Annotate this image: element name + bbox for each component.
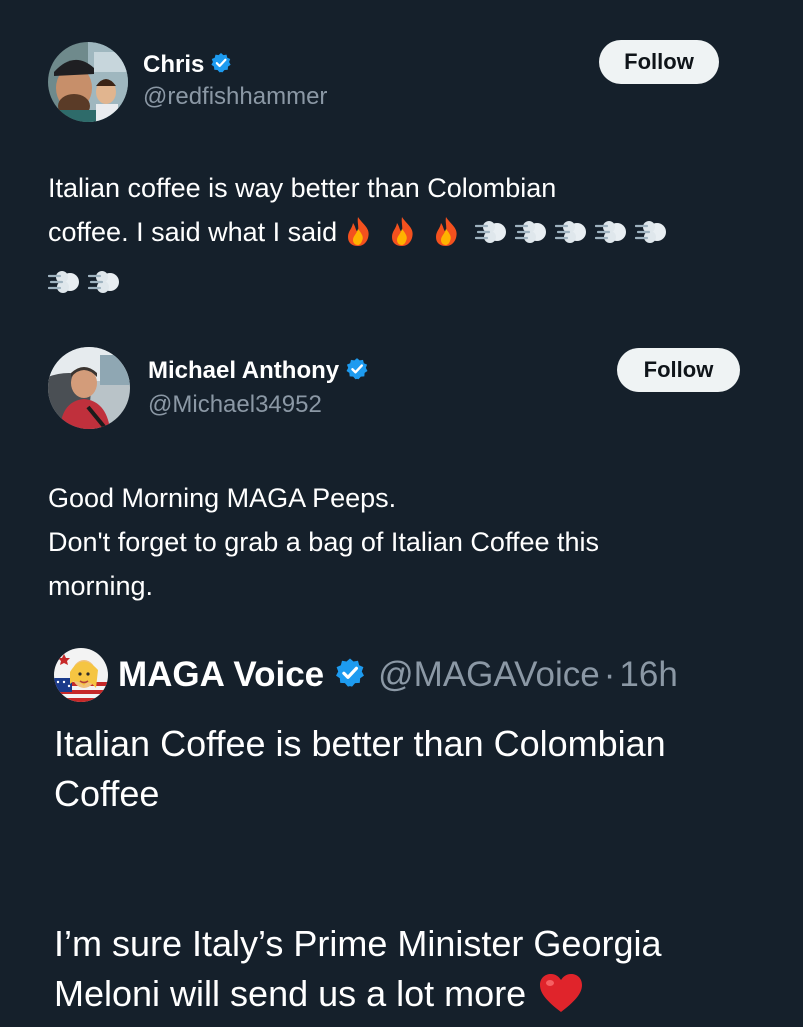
tweet-text: Good Morning MAGA Peeps. Don't forget to… — [48, 476, 768, 608]
verified-badge-icon — [345, 357, 369, 386]
timestamp[interactable]: 16h — [619, 655, 677, 695]
follow-button[interactable]: Follow — [617, 348, 740, 392]
quote-text-line: Coffee — [54, 773, 160, 814]
quote-text-line: Italian Coffee is better than Colombian — [54, 723, 666, 764]
tweet-text-line — [47, 260, 748, 310]
quoted-tweet[interactable]: MAGA Voice @MAGAVoice · 16h Italian Coff… — [0, 625, 803, 1014]
tweet-text-line: coffee. I said what I said — [48, 210, 748, 260]
avatar[interactable] — [54, 648, 108, 702]
name-row: Michael Anthony — [148, 356, 369, 386]
quote-text: Italian Coffee is better than Colombian … — [54, 719, 774, 1027]
tweet-text-fragment: coffee. I said what I said — [48, 217, 338, 247]
tweet-card-chris[interactable]: Chris @redfishhammer Follow Italian coff… — [0, 0, 803, 323]
dash-emoji-icon — [515, 216, 549, 260]
fire-emoji-icon — [343, 215, 373, 260]
handle[interactable]: @Michael34952 — [148, 391, 322, 419]
verified-badge-icon — [210, 52, 232, 79]
tweet-text-line: Italian coffee is way better than Colomb… — [48, 173, 557, 203]
display-name[interactable]: Michael Anthony — [148, 357, 339, 385]
handle[interactable]: @redfishhammer — [143, 83, 327, 111]
verified-badge-icon — [334, 657, 366, 694]
tweet-text-line: morning. — [48, 571, 154, 601]
avatar-image — [48, 42, 128, 122]
tweet-text-line: Good Morning MAGA Peeps. — [48, 483, 397, 513]
dash-emoji-icon — [635, 216, 669, 260]
quote-header: MAGA Voice @MAGAVoice · 16h — [118, 653, 678, 697]
dash-emoji-icon — [595, 216, 629, 260]
avatar-image — [54, 648, 108, 702]
quote-text-line: Meloni will send us a lot more — [54, 969, 774, 1027]
handle[interactable]: @MAGAVoice — [378, 655, 600, 695]
separator: · — [603, 655, 616, 694]
avatar-image — [48, 347, 130, 429]
follow-button[interactable]: Follow — [599, 40, 719, 84]
fire-emoji-icon — [387, 215, 417, 260]
dash-emoji-icon — [47, 266, 82, 310]
display-name[interactable]: Chris — [143, 51, 204, 79]
quote-text-line: I’m sure Italy’s Prime Minister Georgia — [54, 923, 662, 964]
display-name[interactable]: MAGA Voice — [118, 655, 324, 695]
dash-emoji-icon — [475, 216, 509, 260]
avatar[interactable] — [48, 347, 130, 429]
tweet-text-line: Don't forget to grab a bag of Italian Co… — [48, 527, 600, 557]
fire-emoji-icon — [431, 215, 461, 260]
tweet-card-michael[interactable]: Michael Anthony @Michael34952 Follow Goo… — [0, 323, 803, 625]
avatar[interactable] — [48, 42, 128, 122]
dash-emoji-icon — [87, 266, 122, 310]
quote-text-fragment: Meloni will send us a lot more — [54, 973, 527, 1014]
name-row: Chris — [143, 50, 232, 80]
dash-emoji-icon — [555, 216, 589, 260]
tweet-text: Italian coffee is way better than Colomb… — [47, 166, 748, 310]
